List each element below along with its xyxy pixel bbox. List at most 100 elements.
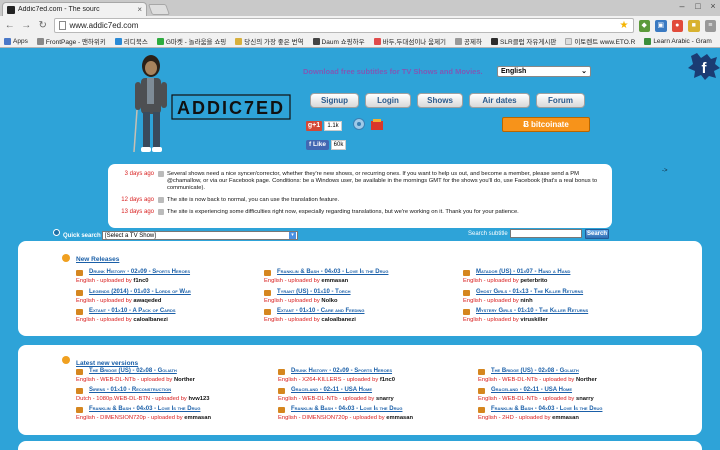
release-folder-icon	[478, 369, 485, 375]
release-folder-icon	[463, 309, 470, 315]
bookmark-item[interactable]: FrontPage - 맨하위키	[36, 36, 106, 46]
close-tab-icon[interactable]: ×	[137, 5, 142, 14]
bookmark-item[interactable]: G마켓 - 놀라움을 쇼핑	[156, 36, 226, 46]
release-uploader: English - 2HD - uploaded by emmasan	[478, 415, 579, 421]
rss-icon[interactable]	[62, 356, 70, 364]
ads-icon[interactable]	[370, 118, 384, 132]
chevron-down-icon: ⌄	[581, 68, 587, 75]
browser-tab[interactable]: Addic7ed.com - The sourc ×	[2, 2, 147, 16]
news-date: 3 days ago	[124, 171, 154, 177]
release-uploader: English - uploaded by viruskiller	[463, 317, 548, 323]
bookmark-item[interactable]: 당신의 가장 좋은 번역	[235, 36, 304, 46]
reload-icon[interactable]: ↻	[37, 20, 49, 32]
release-title-link[interactable]: Mystery Girls - 01x10 - The Killer Retur…	[476, 308, 588, 314]
bookmark-item[interactable]: 리디북스	[114, 36, 148, 46]
nav-shows-button[interactable]: Shows	[417, 93, 463, 108]
release-uploader: English - uploaded by ninh	[463, 298, 533, 304]
maximize-icon[interactable]: □	[692, 0, 704, 12]
browser-tab-bar: Addic7ed.com - The sourc × – □ ×	[0, 0, 720, 16]
release-uploader: English - X264-KILLERS - uploaded by f1n…	[278, 377, 395, 383]
bookmark-item[interactable]: SLR클럽 자유게시판	[491, 36, 556, 46]
tab-title: Addic7ed.com - The sourc	[18, 6, 100, 13]
latest-versions-title[interactable]: Latest new versions	[76, 360, 138, 367]
search-subtitle-label: Search subtitle	[468, 231, 508, 237]
facebook-badge-icon[interactable]: f	[687, 52, 720, 80]
forward-icon[interactable]: →	[21, 20, 33, 32]
page-icon	[58, 21, 66, 30]
minimize-icon[interactable]: –	[676, 0, 688, 12]
close-window-icon[interactable]: ×	[707, 0, 719, 12]
bookmark-item[interactable]: Daum 쇼핑하우	[312, 36, 365, 46]
release-title-link[interactable]: Franklin & Bash - 04x03 - Love Is the Dr…	[291, 406, 402, 412]
new-tab-button[interactable]	[147, 4, 171, 15]
bitcoin-icon: Ƀ	[523, 120, 529, 129]
bookmark-item[interactable]: Apps	[4, 37, 28, 45]
release-folder-icon	[463, 270, 470, 276]
release-folder-icon	[76, 407, 83, 413]
news-panel: 3 days ago Several shows need a nice syn…	[108, 164, 612, 228]
corner-arrow-text: ->	[662, 168, 668, 174]
bookmark-icon	[644, 37, 652, 45]
bookmark-item[interactable]: 바두,두대섬이나 움제기	[373, 36, 446, 46]
gplus-button[interactable]: g+1	[306, 121, 322, 131]
new-releases-title[interactable]: New Releases	[76, 256, 119, 263]
news-date: 13 days ago	[121, 209, 154, 215]
site-logo[interactable]: ADDIC7ED	[171, 94, 291, 120]
release-folder-icon	[264, 309, 271, 315]
release-title-link[interactable]: Tyrant (US) - 01x10 - Torch	[277, 289, 351, 295]
gear-icon[interactable]	[352, 117, 366, 131]
nav-forum-button[interactable]: Forum	[536, 93, 585, 108]
chrome-menu-icon[interactable]: ≡	[704, 19, 716, 32]
release-title-link[interactable]: The Bridge (US) - 02x08 - Goliath	[89, 368, 177, 374]
bookmark-icon	[156, 37, 164, 45]
release-title-link[interactable]: Legends (2014) - 01x03 - Lords of War	[89, 289, 191, 295]
release-title-link[interactable]: Ghost Girls - 01x13 - The Killer Returns	[476, 289, 583, 295]
release-title-link[interactable]: The Bridge (US) - 02x08 - Goliath	[491, 368, 579, 374]
release-title-link[interactable]: Franklin & Bash - 04x03 - Love Is the Dr…	[491, 406, 602, 412]
release-title-link[interactable]: Graceland - 02x11 - USA Home	[291, 387, 372, 393]
nav-signup-button[interactable]: Signup	[310, 93, 359, 108]
release-title-link[interactable]: Drunk History - 02x09 - Sports Heroes	[89, 269, 190, 275]
news-icon	[158, 171, 164, 177]
subtitle-search-input[interactable]	[510, 229, 582, 238]
back-icon[interactable]: ←	[4, 20, 16, 32]
release-folder-icon	[76, 290, 83, 296]
bookmark-icon	[373, 37, 381, 45]
release-title-link[interactable]: Extant - 01x10 - A Pack of Cards	[89, 308, 176, 314]
news-icon	[158, 209, 164, 215]
release-title-link[interactable]: Drunk History - 02x09 - Sports Heroes	[291, 368, 392, 374]
bookmark-item[interactable]: 공제하	[455, 36, 482, 46]
address-bar[interactable]: www.addic7ed.com ★	[53, 18, 634, 33]
rss-icon[interactable]	[62, 254, 70, 262]
main-nav: Signup Login Shows Air dates Forum	[310, 93, 591, 108]
show-select[interactable]: [Select a TV Show] ▾	[102, 231, 298, 240]
site-favicon-icon	[7, 5, 15, 14]
release-folder-icon	[463, 290, 470, 296]
extension-yellow-icon[interactable]: ■	[688, 19, 700, 32]
language-select[interactable]: English ⌄	[497, 66, 591, 77]
release-title-link[interactable]: Sirens - 01x10 - Reconstruction	[89, 387, 171, 393]
extension-adblock-icon[interactable]: ●	[671, 19, 683, 32]
extension-green-icon[interactable]: ◆	[638, 19, 650, 32]
extension-blue-icon[interactable]: ▣	[655, 19, 667, 32]
release-title-link[interactable]: Extant - 01x10 - Care and Feeding	[277, 308, 365, 314]
bookmark-star-icon[interactable]: ★	[620, 20, 629, 31]
release-uploader: English - DIMENSION720p - uploaded by em…	[278, 415, 414, 421]
mascot-character-icon	[133, 55, 167, 153]
facebook-like-button[interactable]: f Like	[306, 140, 329, 150]
release-folder-icon	[264, 270, 271, 276]
bookmark-item[interactable]: Learn Arabic - Gram	[644, 37, 712, 45]
search-button[interactable]: Search	[585, 229, 609, 239]
release-title-link[interactable]: Franklin & Bash - 04x03 - Love Is the Dr…	[277, 269, 388, 275]
release-folder-icon	[478, 388, 485, 394]
bitcoinate-button[interactable]: Ƀ bitcoinate	[502, 117, 590, 132]
release-title-link[interactable]: Matador (US) - 01x07 - Hand a Hand	[476, 269, 570, 275]
nav-login-button[interactable]: Login	[365, 93, 411, 108]
news-text: Several shows need a nice syncer/correct…	[167, 171, 598, 191]
release-uploader: English - WEB-DL-NTb - uploaded by North…	[76, 377, 195, 383]
release-title-link[interactable]: Franklin & Bash - 04x03 - Love Is the Dr…	[89, 406, 200, 412]
bookmark-item[interactable]: 이토렌트 www.ETO.R	[565, 36, 635, 46]
nav-airdates-button[interactable]: Air dates	[469, 93, 530, 108]
release-title-link[interactable]: Graceland - 02x11 - USA Home	[491, 387, 572, 393]
show-select-value: [Select a TV Show]	[105, 233, 156, 239]
